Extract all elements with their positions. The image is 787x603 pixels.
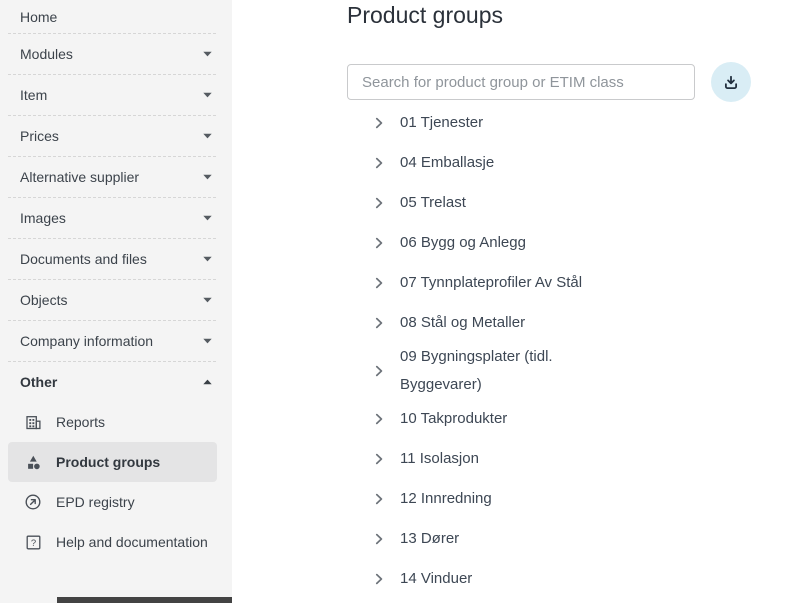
sidebar-item-label: Images: [20, 210, 66, 226]
chevron-right-icon: [371, 363, 387, 379]
sidebar-item-item[interactable]: Item: [8, 75, 216, 116]
sidebar-subitem-label: Product groups: [56, 454, 160, 470]
sidebar-item-documents-and-files[interactable]: Documents and files: [8, 239, 216, 280]
chevron-right-icon: [371, 531, 387, 547]
sidebar-item-help-and-documentation[interactable]: ? Help and documentation: [8, 522, 217, 562]
sidebar-item-label: Company information: [20, 333, 153, 349]
chevron-right-icon: [371, 571, 387, 587]
sidebar-subitem-label: Help and documentation: [56, 534, 208, 550]
tree-item-05-trelast[interactable]: 05 Trelast: [347, 183, 787, 223]
search-row: [347, 62, 787, 102]
chevron-down-icon: [203, 174, 212, 180]
tree-item-14-vinduer[interactable]: 14 Vinduer: [347, 559, 787, 599]
sidebar-item-label: Home: [20, 9, 57, 25]
tree-item-label: 13 Dører: [400, 525, 459, 553]
tree-item-13-d-rer[interactable]: 13 Dører: [347, 519, 787, 559]
chevron-right-icon: [371, 491, 387, 507]
sidebar-item-prices[interactable]: Prices: [8, 116, 216, 157]
tree-item-09-bygningsplater-tidl-byggevarer[interactable]: 09 Bygningsplater (tidl. Byggevarer): [347, 343, 787, 399]
tree-item-label: 10 Takprodukter: [400, 405, 507, 433]
sidebar-item-product-groups[interactable]: Product groups: [8, 442, 217, 482]
sidebar-subitem-label: Reports: [56, 414, 105, 430]
search-input[interactable]: [347, 64, 695, 100]
chevron-down-icon: [203, 256, 212, 262]
tree-item-label: 09 Bygningsplater (tidl. Byggevarer): [400, 343, 625, 399]
chevron-down-icon: [203, 297, 212, 303]
chevron-right-icon: [371, 275, 387, 291]
question-square-icon: ?: [24, 533, 42, 551]
tree-item-label: 07 Tynnplateprofiler Av Stål: [400, 269, 582, 297]
page-title: Product groups: [347, 0, 787, 29]
horizontal-scrollbar-thumb[interactable]: [57, 597, 232, 603]
sidebar-item-home[interactable]: Home: [8, 0, 216, 34]
chevron-down-icon: [203, 338, 212, 344]
sidebar-item-label: Prices: [20, 128, 59, 144]
tree-item-label: 14 Vinduer: [400, 565, 472, 593]
sidebar-item-images[interactable]: Images: [8, 198, 216, 239]
chevron-up-icon: [203, 379, 212, 385]
app-root: Home Modules Item Prices Alternative supplie…: [0, 0, 787, 603]
arrow-up-right-circle-icon: [24, 493, 42, 511]
chevron-right-icon: [371, 235, 387, 251]
chevron-right-icon: [371, 451, 387, 467]
tree-item-10-takprodukter[interactable]: 10 Takprodukter: [347, 399, 787, 439]
sidebar-item-alternative-supplier[interactable]: Alternative supplier: [8, 157, 216, 198]
tree-item-label: 01 Tjenester: [400, 109, 483, 137]
chevron-right-icon: [371, 155, 387, 171]
sidebar-item-other[interactable]: Other: [8, 362, 216, 402]
shapes-icon: [24, 453, 42, 471]
reports-icon: [24, 413, 42, 431]
sidebar-nav: Home Modules Item Prices Alternative supplie…: [0, 0, 232, 562]
sidebar-item-objects[interactable]: Objects: [8, 280, 216, 321]
sidebar-item-label: Other: [20, 374, 57, 390]
svg-text:?: ?: [30, 538, 35, 549]
sidebar-item-label: Item: [20, 87, 47, 103]
sidebar-item-modules[interactable]: Modules: [8, 34, 216, 75]
tree-item-label: 04 Emballasje: [400, 149, 494, 177]
tree-item-label: 11 Isolasjon: [400, 445, 479, 473]
sidebar-subitem-label: EPD registry: [56, 494, 135, 510]
tree-item-label: 12 Innredning: [400, 485, 492, 513]
tree-item-04-emballasje[interactable]: 04 Emballasje: [347, 143, 787, 183]
sidebar-item-label: Documents and files: [20, 251, 147, 267]
sidebar-item-reports[interactable]: Reports: [8, 402, 217, 442]
chevron-right-icon: [371, 115, 387, 131]
chevron-down-icon: [203, 133, 212, 139]
sidebar-item-company-information[interactable]: Company information: [8, 321, 216, 362]
chevron-down-icon: [203, 215, 212, 221]
tree-item-label: 08 Stål og Metaller: [400, 309, 525, 337]
tree-item-06-bygg-og-anlegg[interactable]: 06 Bygg og Anlegg: [347, 223, 787, 263]
tree-item-11-isolasjon[interactable]: 11 Isolasjon: [347, 439, 787, 479]
download-icon: [722, 73, 740, 91]
sidebar: Home Modules Item Prices Alternative supplie…: [0, 0, 232, 603]
sidebar-item-label: Alternative supplier: [20, 169, 139, 185]
chevron-down-icon: [203, 51, 212, 57]
chevron-right-icon: [371, 411, 387, 427]
chevron-down-icon: [203, 92, 212, 98]
sidebar-item-epd-registry[interactable]: EPD registry: [8, 482, 217, 522]
tree-item-12-innredning[interactable]: 12 Innredning: [347, 479, 787, 519]
tree-item-01-tjenester[interactable]: 01 Tjenester: [347, 103, 787, 143]
tree-item-label: 06 Bygg og Anlegg: [400, 229, 526, 257]
download-button[interactable]: [711, 62, 751, 102]
sidebar-item-label: Objects: [20, 292, 67, 308]
chevron-right-icon: [371, 195, 387, 211]
product-group-list: 01 Tjenester 04 Emballasje 05 Trelast 06 By…: [347, 103, 787, 599]
sidebar-item-label: Modules: [20, 46, 73, 62]
tree-item-label: 05 Trelast: [400, 189, 466, 217]
chevron-right-icon: [371, 315, 387, 331]
tree-item-08-st-l-og-metaller[interactable]: 08 Stål og Metaller: [347, 303, 787, 343]
tree-item-07-tynnplateprofiler-av-st-l[interactable]: 07 Tynnplateprofiler Av Stål: [347, 263, 787, 303]
main-content: Product groups 01 Tjenester 04 Emballasje…: [347, 0, 787, 599]
